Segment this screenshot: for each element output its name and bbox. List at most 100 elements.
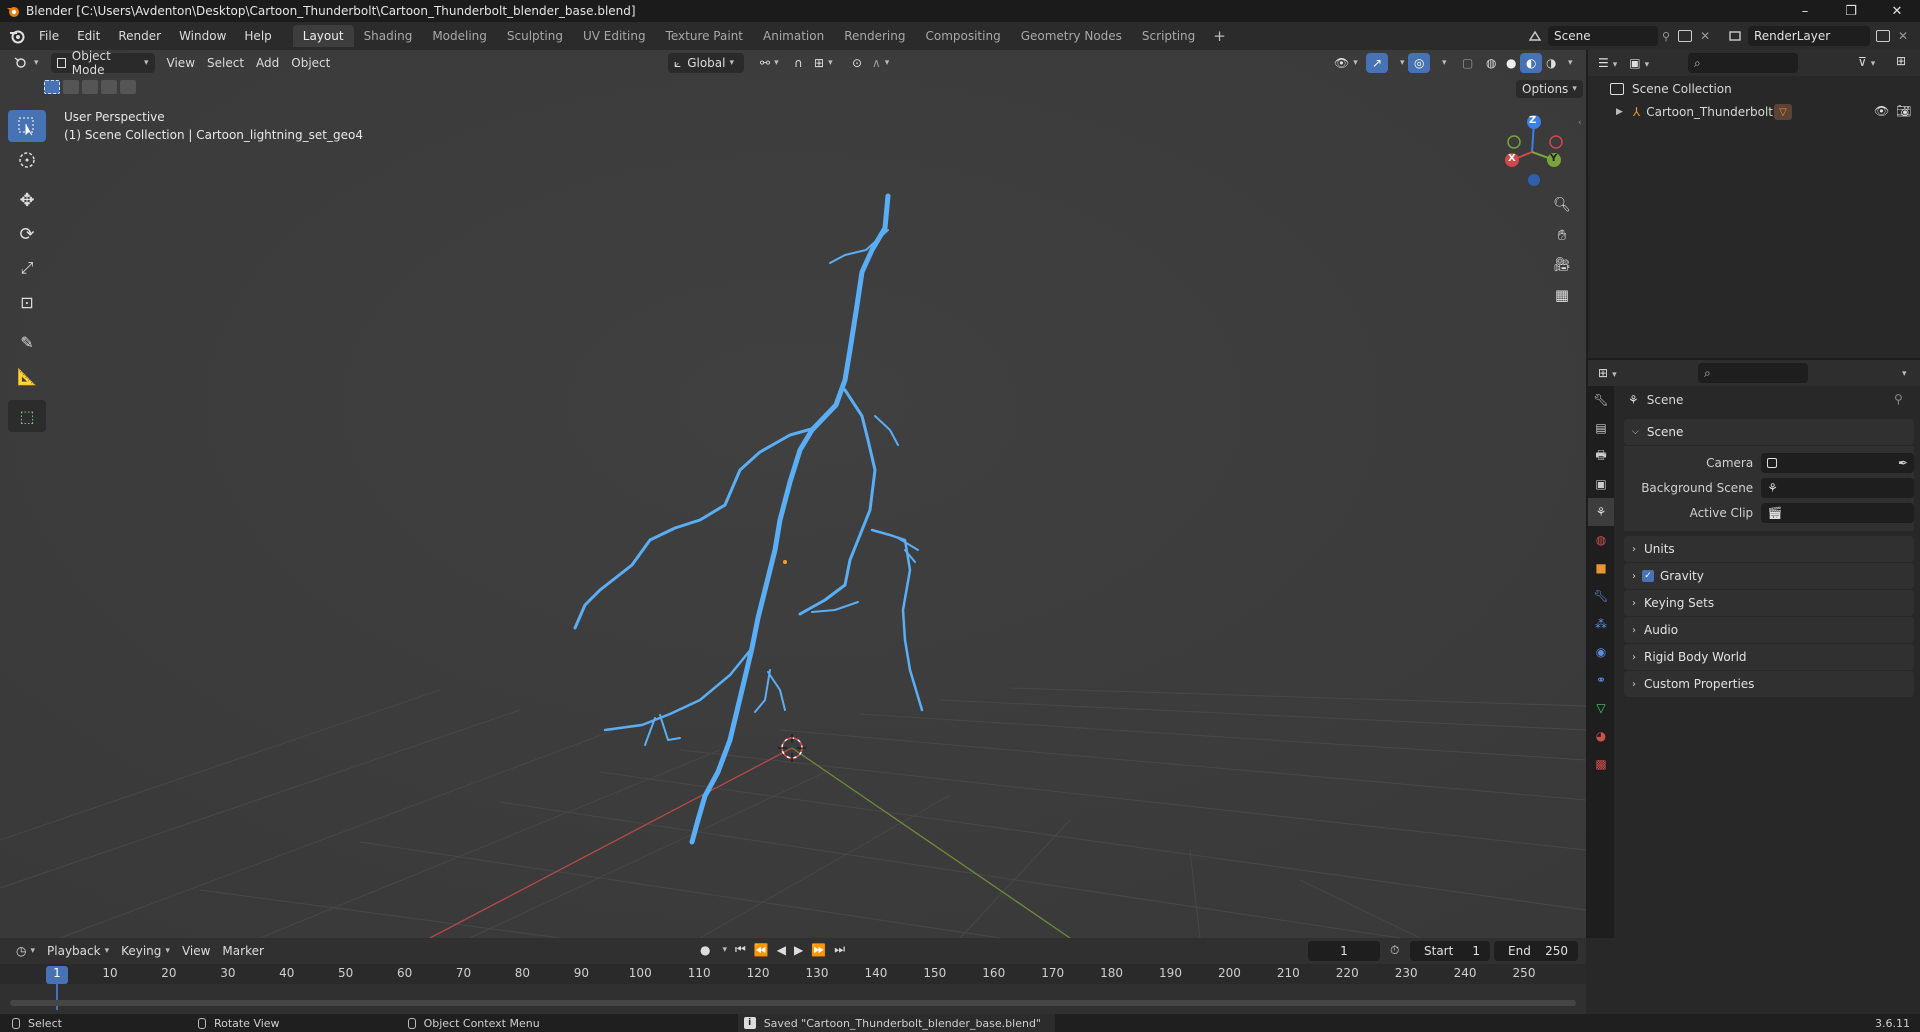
move-tool-icon[interactable]: ✥ bbox=[8, 184, 46, 216]
overlays-menu-icon[interactable]: ▾ bbox=[1432, 53, 1453, 73]
properties-editor-icon[interactable]: ⊞ ▾ bbox=[1598, 366, 1617, 380]
navigation-gizmo[interactable]: Z X Y bbox=[1494, 110, 1570, 190]
minimize-button[interactable]: – bbox=[1782, 0, 1828, 22]
gizmo-toggle-icon[interactable]: ↗ bbox=[1366, 53, 1389, 73]
transform-tool-icon[interactable]: ⊡ bbox=[8, 286, 46, 318]
shading-menu-icon[interactable]: ▾ bbox=[1558, 53, 1579, 73]
new-view-layer-icon[interactable] bbox=[1876, 30, 1890, 42]
material-tab-icon[interactable]: ◕ bbox=[1588, 722, 1614, 750]
menu-marker[interactable]: Marker bbox=[216, 941, 269, 961]
hide-in-viewport-icon[interactable]: 👁︎ bbox=[1874, 104, 1889, 118]
start-frame-field[interactable]: Start 1 bbox=[1410, 941, 1490, 961]
3d-viewport[interactable] bbox=[0, 50, 1586, 938]
scene-name-field[interactable]: Scene bbox=[1548, 26, 1658, 46]
overlays-toggle-icon[interactable]: ◎ bbox=[1408, 53, 1431, 73]
menu-add[interactable]: Add bbox=[250, 53, 285, 73]
select-intersect-icon[interactable] bbox=[120, 80, 136, 94]
menu-select[interactable]: Select bbox=[201, 53, 250, 73]
record-icon[interactable]: ● bbox=[700, 943, 710, 957]
object-tab-icon[interactable]: ■ bbox=[1588, 554, 1614, 582]
background-scene-field[interactable]: ⚘ bbox=[1761, 477, 1914, 498]
world-tab-icon[interactable]: ◍ bbox=[1588, 526, 1614, 554]
view-layer-tab-icon[interactable]: ▣ bbox=[1588, 470, 1614, 498]
object-data-icon[interactable]: ▽ bbox=[1774, 104, 1792, 120]
menu-object[interactable]: Object bbox=[285, 53, 336, 73]
constraints-tab-icon[interactable]: ⚭ bbox=[1588, 666, 1614, 694]
camera-view-icon[interactable]: 🎥︎ bbox=[1549, 252, 1575, 278]
editor-type-icon[interactable]: ▾ bbox=[8, 53, 45, 73]
select-box-tool-icon[interactable] bbox=[8, 110, 46, 142]
jump-keyframe-forward-icon[interactable]: ⏩ bbox=[811, 943, 826, 957]
options-dropdown[interactable]: Options ▾ bbox=[1516, 80, 1583, 98]
tab-rendering[interactable]: Rendering bbox=[834, 25, 915, 47]
menu-file[interactable]: File bbox=[30, 22, 68, 50]
sidebar-toggle-icon[interactable]: ‹ bbox=[1578, 118, 1582, 128]
tab-texture-paint[interactable]: Texture Paint bbox=[656, 25, 753, 47]
ortho-grid-icon[interactable]: ▦ bbox=[1549, 282, 1575, 308]
output-tab-icon[interactable]: 🖶︎ bbox=[1588, 442, 1614, 470]
record-menu-icon[interactable]: ▾ bbox=[722, 945, 727, 955]
rigid-body-world-section-header[interactable]: › Rigid Body World bbox=[1624, 644, 1914, 670]
scale-tool-icon[interactable]: ⤢ bbox=[8, 252, 46, 284]
menu-window[interactable]: Window bbox=[170, 22, 235, 50]
scene-tab-icon[interactable]: ⚘ bbox=[1588, 498, 1614, 526]
scene-icon[interactable] bbox=[1522, 29, 1548, 43]
outliner-editor-icon[interactable]: ☰ ▾ bbox=[1598, 56, 1617, 70]
menu-edit[interactable]: Edit bbox=[68, 22, 109, 50]
view-layer-field[interactable]: RenderLayer bbox=[1748, 26, 1870, 46]
units-section-header[interactable]: › Units bbox=[1624, 536, 1914, 562]
close-button[interactable]: ✕ bbox=[1874, 0, 1920, 22]
menu-render[interactable]: Render bbox=[109, 22, 170, 50]
snap-target-icon[interactable]: ⊞ ▾ bbox=[808, 53, 839, 73]
menu-keying[interactable]: Keying ▾ bbox=[115, 941, 176, 961]
pin-icon[interactable]: ⚲ bbox=[1894, 392, 1903, 406]
menu-view[interactable]: View bbox=[161, 53, 201, 73]
particles-tab-icon[interactable]: ⁂ bbox=[1588, 610, 1614, 638]
select-subtract-icon[interactable] bbox=[82, 80, 98, 94]
play-icon[interactable]: ▶ bbox=[794, 943, 803, 957]
pivot-point-icon[interactable]: ⚯ ▾ bbox=[754, 53, 785, 73]
pin-icon[interactable]: ⚲ bbox=[1662, 30, 1670, 43]
zoom-icon[interactable]: 🔍︎ bbox=[1549, 192, 1575, 218]
eyedropper-icon[interactable]: ✒ bbox=[1898, 456, 1908, 470]
outliner-root-row[interactable]: Scene Collection bbox=[1588, 76, 1920, 102]
tab-geometry-nodes[interactable]: Geometry Nodes bbox=[1011, 25, 1132, 47]
current-frame-field[interactable]: 1 bbox=[1308, 941, 1380, 961]
play-reverse-icon[interactable]: ◀ bbox=[777, 943, 786, 957]
blender-menu-icon[interactable] bbox=[4, 28, 30, 44]
filter-icon[interactable]: ⊽ ▾ bbox=[1858, 55, 1875, 69]
remove-view-layer-icon[interactable]: ✕ bbox=[1898, 29, 1908, 43]
properties-search-input[interactable]: ⌕ bbox=[1698, 363, 1808, 383]
menu-playback[interactable]: Playback ▾ bbox=[41, 941, 115, 961]
gravity-checkbox[interactable]: ✓ bbox=[1642, 570, 1654, 582]
render-tab-icon[interactable]: ▤ bbox=[1588, 414, 1614, 442]
jump-start-icon[interactable]: ⏮ bbox=[735, 942, 746, 957]
active-clip-field[interactable]: 🎬︎ bbox=[1761, 502, 1914, 523]
add-cube-tool-icon[interactable]: ⬚ bbox=[8, 400, 46, 432]
cursor-tool-icon[interactable] bbox=[8, 144, 46, 176]
scene-section-header[interactable]: ⌵ Scene bbox=[1624, 419, 1914, 445]
tab-shading[interactable]: Shading bbox=[354, 25, 423, 47]
outliner-item-row[interactable]: ▶ ⅄ Cartoon_Thunderbolt ▽ 👁︎ 📷︎ bbox=[1588, 102, 1920, 122]
select-invert-icon[interactable] bbox=[101, 80, 117, 94]
expand-arrow-icon[interactable]: ▶ bbox=[1616, 107, 1623, 117]
view-layer-icon[interactable] bbox=[1722, 29, 1748, 43]
mode-dropdown[interactable]: Object Mode ▾ bbox=[50, 49, 155, 77]
rotate-tool-icon[interactable]: ⟳ bbox=[8, 218, 46, 250]
texture-tab-icon[interactable]: ▩ bbox=[1588, 750, 1614, 778]
transform-orientation-dropdown[interactable]: ⟀ Global ▾ bbox=[668, 53, 744, 73]
properties-options-icon[interactable]: ▾ bbox=[1898, 365, 1907, 379]
disable-render-icon[interactable]: 📷︎ bbox=[1896, 104, 1911, 118]
measure-tool-icon[interactable]: 📐 bbox=[8, 360, 46, 392]
select-extend-icon[interactable] bbox=[63, 80, 79, 94]
tab-layout[interactable]: Layout bbox=[292, 25, 354, 47]
pan-hand-icon[interactable]: ✋︎ bbox=[1549, 222, 1575, 248]
data-tab-icon[interactable]: ▽ bbox=[1588, 694, 1614, 722]
visibility-icon[interactable]: 👁 ▾ bbox=[1328, 53, 1364, 73]
custom-properties-section-header[interactable]: › Custom Properties bbox=[1624, 671, 1914, 697]
proportional-editing-icon[interactable]: ⊙ bbox=[846, 53, 868, 73]
camera-field[interactable]: ✒ bbox=[1761, 452, 1914, 473]
tab-modeling[interactable]: Modeling bbox=[422, 25, 497, 47]
remove-scene-icon[interactable]: ✕ bbox=[1700, 29, 1710, 43]
select-new-icon[interactable] bbox=[44, 80, 60, 94]
